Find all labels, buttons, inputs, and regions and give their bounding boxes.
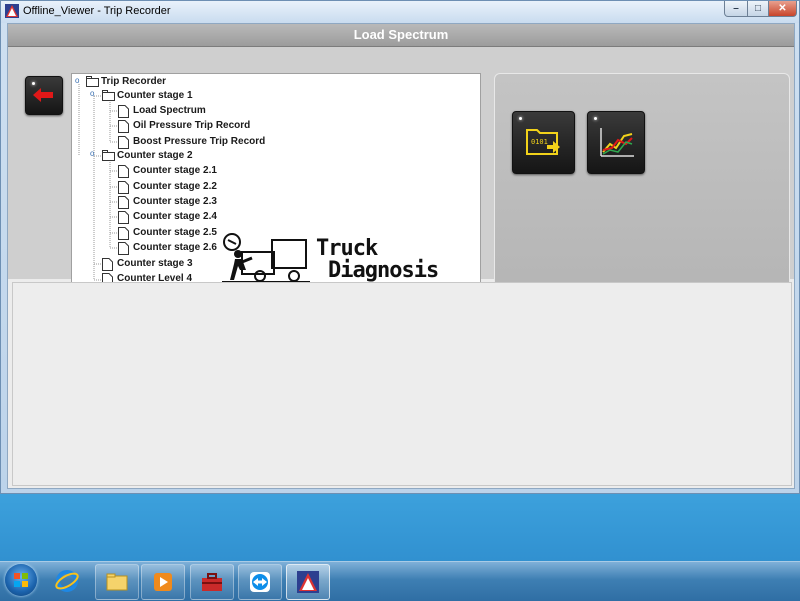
folder-open-icon bbox=[86, 76, 99, 87]
document-icon bbox=[118, 196, 129, 209]
tree-node-label: Counter stage 3 bbox=[117, 258, 193, 269]
document-icon bbox=[118, 120, 129, 133]
tree-node-label: Counter stage 2.3 bbox=[133, 196, 217, 207]
folder-glyph bbox=[106, 573, 128, 591]
play-glyph bbox=[154, 573, 172, 591]
export-data-button[interactable]: 0101 bbox=[512, 111, 575, 174]
client-area: Load Spectrum o Trip Recorder o Counter … bbox=[7, 23, 795, 489]
tree-node-label: Load Spectrum bbox=[133, 105, 206, 116]
tree-node-label: Counter stage 2.6 bbox=[133, 242, 217, 253]
internet-explorer-icon[interactable] bbox=[46, 564, 88, 598]
minimize-button[interactable]: – bbox=[724, 1, 748, 17]
toolbox-icon[interactable] bbox=[190, 564, 234, 600]
tree-node-label: Counter stage 2.2 bbox=[133, 181, 217, 192]
offline-viewer-glyph bbox=[297, 571, 319, 593]
app-window: Offline_Viewer - Trip Recorder – □ ✕ Loa… bbox=[0, 0, 800, 494]
window-title: Offline_Viewer - Trip Recorder bbox=[23, 5, 171, 17]
offline-viewer-icon[interactable] bbox=[286, 564, 330, 600]
file-explorer-icon[interactable] bbox=[95, 564, 139, 600]
folder-open-icon bbox=[102, 90, 115, 101]
app-icon bbox=[5, 4, 19, 18]
top-area: o Trip Recorder o Counter stage 1 Load S… bbox=[8, 47, 794, 295]
show-graph-button[interactable] bbox=[587, 111, 645, 174]
tree-node-label: Counter stage 2.1 bbox=[133, 165, 217, 176]
back-button[interactable] bbox=[25, 76, 63, 115]
tree-node-label: Trip Recorder bbox=[101, 76, 167, 87]
document-icon bbox=[118, 105, 129, 118]
expand-toggle-icon[interactable]: o bbox=[75, 76, 81, 85]
svg-text:0101: 0101 bbox=[531, 138, 548, 146]
document-icon bbox=[118, 165, 129, 178]
folder-binary-export-icon: 0101 bbox=[526, 129, 560, 155]
start-orb-icon[interactable] bbox=[5, 564, 37, 596]
expand-toggle-icon[interactable]: o bbox=[90, 149, 96, 158]
document-icon bbox=[102, 258, 113, 271]
ie-glyph bbox=[55, 570, 79, 592]
header-bar: Load Spectrum bbox=[8, 24, 794, 47]
tree-node-label: Boost Pressure Trip Record bbox=[133, 136, 266, 147]
taskbar bbox=[0, 561, 800, 601]
title-bar[interactable]: Offline_Viewer - Trip Recorder – □ ✕ bbox=[1, 1, 799, 23]
maximize-button[interactable]: □ bbox=[747, 1, 769, 17]
tree-node-label: Counter stage 1 bbox=[117, 90, 193, 101]
content-area bbox=[12, 282, 792, 486]
tree-node-label: Counter stage 2.4 bbox=[133, 211, 217, 222]
line-graph-icon bbox=[600, 128, 634, 157]
teamviewer-glyph bbox=[250, 572, 270, 592]
teamviewer-icon[interactable] bbox=[238, 564, 282, 600]
close-button[interactable]: ✕ bbox=[768, 1, 797, 17]
red-left-arrow-icon bbox=[33, 88, 53, 102]
logo-text-diagnosis: Diagnosis bbox=[328, 258, 439, 283]
tree-node-label: Oil Pressure Trip Record bbox=[133, 120, 251, 131]
tree-node-label: Counter stage 2 bbox=[117, 150, 193, 161]
document-icon bbox=[118, 181, 129, 194]
document-icon bbox=[118, 211, 129, 224]
page-title: Load Spectrum bbox=[353, 27, 449, 42]
document-icon bbox=[118, 136, 129, 149]
folder-open-icon bbox=[102, 150, 115, 161]
media-player-icon[interactable] bbox=[141, 564, 185, 600]
tree-panel[interactable]: o Trip Recorder o Counter stage 1 Load S… bbox=[71, 73, 481, 295]
document-icon bbox=[118, 227, 129, 240]
document-icon bbox=[118, 242, 129, 255]
expand-toggle-icon[interactable]: o bbox=[90, 89, 96, 98]
tree-node-label: Counter stage 2.5 bbox=[133, 227, 217, 238]
action-panel: 0101 bbox=[494, 73, 790, 293]
windows-logo-icon bbox=[14, 573, 28, 587]
toolbox-glyph bbox=[202, 573, 222, 591]
